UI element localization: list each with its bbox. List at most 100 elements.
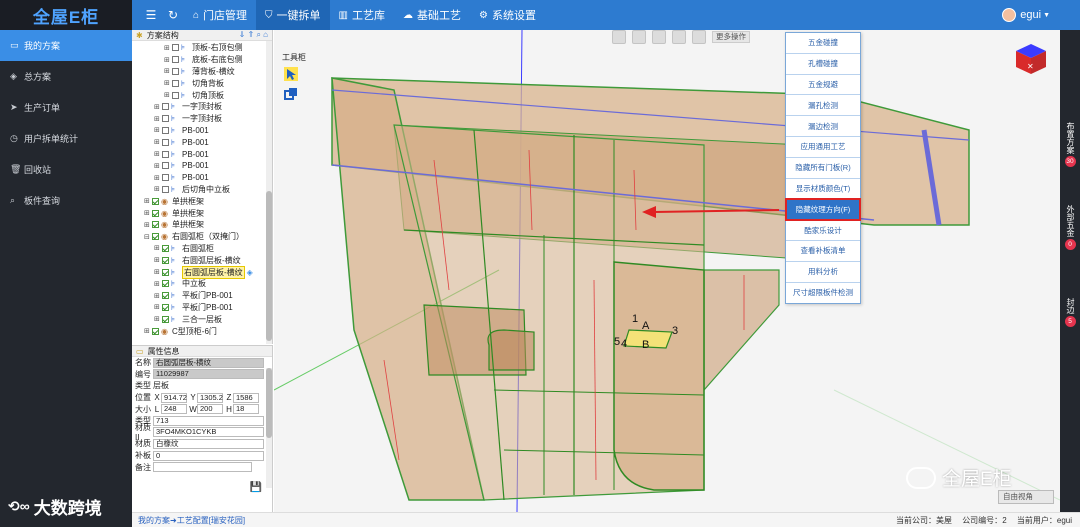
tree-row[interactable]: ⊟ ◉ 右圆弧柜（双掩门） — [132, 231, 272, 243]
tree-checkbox[interactable] — [172, 67, 179, 75]
tree-row[interactable]: ⊞ ⊧ 底板-右底包侧 — [132, 54, 272, 66]
expand-icon[interactable]: ⊞ — [154, 115, 162, 123]
expand-icon[interactable]: ⊞ — [154, 162, 162, 170]
menu-item-missing-hole-check[interactable]: 漏孔检测 — [786, 95, 860, 117]
select-tool-button[interactable] — [282, 65, 300, 83]
search-icon[interactable]: ⌕ — [256, 30, 260, 39]
tree-row[interactable]: ⊞ ◉ 单拱框架 — [132, 195, 272, 207]
right-leg-panel[interactable] — [703, 269, 780, 392]
prop-type2-field[interactable]: 713 — [153, 415, 264, 426]
tree-checkbox[interactable] — [172, 79, 179, 87]
tree-row[interactable]: ⊞ ⊧ PB-001 — [132, 125, 272, 137]
prop-note-field[interactable] — [153, 462, 252, 473]
nav-basic-craft[interactable]: ☁ 基础工艺 — [394, 0, 470, 30]
menu-item-missing-edge-check[interactable]: 漏边检测 — [786, 116, 860, 137]
expand-icon[interactable]: ⊞ — [144, 221, 152, 229]
nav-craft-library[interactable]: ▥ 工艺库 — [330, 0, 394, 30]
menu-item-hide-all-doors[interactable]: 隐藏所有门板(R) — [786, 158, 860, 179]
sidebar-item-panel-query[interactable]: ⌕ 板件查询 — [0, 185, 132, 216]
expand-all-icon[interactable]: ⇓ — [239, 30, 246, 39]
tree-checkbox[interactable] — [162, 256, 169, 264]
menu-icon[interactable]: ☰ — [140, 8, 162, 22]
expand-icon[interactable]: ⊞ — [164, 91, 172, 99]
3d-viewport[interactable]: 1 A 3 5 4 B 工具柜 更多操作 五金碰撞 孔槽碰撞 五金规避 漏孔检测… — [274, 30, 1060, 512]
expand-icon[interactable]: ⊞ — [154, 174, 162, 182]
expand-icon[interactable]: ⊞ — [154, 256, 162, 264]
tree-checkbox[interactable] — [152, 233, 159, 241]
menu-item-apply-common-craft[interactable]: 应用通用工艺 — [786, 137, 860, 158]
tree-checkbox[interactable] — [162, 244, 169, 252]
tree-checkbox[interactable] — [162, 185, 169, 193]
tree-checkbox[interactable] — [162, 115, 169, 123]
view-mode-select[interactable]: 自由视角 — [998, 490, 1054, 504]
tree-scrollbar[interactable] — [266, 41, 272, 344]
menu-item-kujiale-design[interactable]: 酷家乐设计 — [786, 220, 860, 241]
expand-icon[interactable]: ⊞ — [154, 244, 162, 252]
expand-icon[interactable]: ⊞ — [154, 126, 162, 134]
side-tab-layout-plan[interactable]: 布置方案 30 — [1060, 122, 1080, 167]
sidebar-item-recycle-bin[interactable]: 🗑 回收站 — [0, 154, 132, 185]
tree-checkbox[interactable] — [152, 327, 159, 335]
tree-row[interactable]: ⊞ ◉ 单拱框架 — [132, 219, 272, 231]
tree-checkbox[interactable] — [162, 268, 169, 276]
tree-row-selected[interactable]: ⊞ ⊧ 右圆弧层板-横纹 ◈ — [132, 265, 272, 279]
expand-icon[interactable]: ⊞ — [144, 209, 152, 217]
menu-item-material-analysis[interactable]: 用料分析 — [786, 262, 860, 283]
prop-id-field[interactable]: 11029987 — [153, 369, 264, 380]
expand-icon[interactable]: ⊞ — [164, 44, 172, 52]
pos-z-field[interactable]: 1586 — [233, 392, 259, 403]
tree-checkbox[interactable] — [172, 91, 179, 99]
tree-checkbox[interactable] — [162, 150, 169, 158]
property-scroll-thumb[interactable] — [266, 368, 272, 438]
view-cube-icon[interactable]: ✕ — [1014, 42, 1048, 76]
side-tab-edge-banding[interactable]: 封边 5 — [1060, 298, 1080, 327]
tree-row[interactable]: ⊞ ⊧ 顶板-右顶包侧 — [132, 42, 272, 54]
side-tab-external-hardware[interactable]: 外部五金 0 — [1060, 205, 1080, 250]
tree-row[interactable]: ⊞ ⊧ 切角背板 — [132, 77, 272, 89]
locate-icon[interactable]: ◈ — [247, 268, 253, 277]
tree-checkbox[interactable] — [162, 303, 169, 311]
tree-row[interactable]: ⊞ ⊧ PB-001 — [132, 136, 272, 148]
pos-x-field[interactable]: 914.72 — [161, 392, 187, 403]
expand-icon[interactable]: ⊞ — [154, 268, 162, 276]
expand-icon[interactable]: ⊞ — [154, 138, 162, 146]
tree-checkbox[interactable] — [162, 174, 169, 182]
tree-row[interactable]: ⊞ ⊧ 后切角中立板 — [132, 184, 272, 196]
prop-material-field[interactable]: 白橡纹 — [153, 438, 264, 449]
menu-item-hide-texture-direction[interactable]: 隐藏纹理方向(F) — [785, 198, 861, 222]
menu-item-view-patch-list[interactable]: 查看补板清单 — [786, 241, 860, 262]
tree-row[interactable]: ⊞ ⊧ 平板门PB-001 — [132, 302, 272, 314]
tree-row[interactable]: ⊞ ⊧ 一字顶封板 — [132, 101, 272, 113]
expand-icon[interactable]: ⊞ — [154, 303, 162, 311]
tree-row[interactable]: ⊞ ⊧ 平板门PB-001 — [132, 290, 272, 302]
home-icon[interactable]: ⌂ — [263, 30, 268, 39]
size-l-field[interactable]: 248 — [161, 404, 187, 415]
collapse-icon[interactable]: ⊟ — [144, 233, 152, 241]
tree-checkbox[interactable] — [162, 162, 169, 170]
expand-icon[interactable]: ⊞ — [164, 79, 172, 87]
sidebar-item-production-orders[interactable]: ➤ 生产订单 — [0, 92, 132, 123]
size-h-field[interactable]: 18 — [233, 404, 259, 415]
expand-icon[interactable]: ⊞ — [154, 292, 162, 300]
tree-checkbox[interactable] — [162, 315, 169, 323]
pos-y-field[interactable]: 1305.2 — [197, 392, 223, 403]
prop-material-code-field[interactable]: 3FO4MKO1CYKB — [153, 427, 264, 438]
curved-shelf-panel[interactable] — [613, 261, 705, 491]
tree-checkbox[interactable] — [172, 56, 179, 64]
expand-icon[interactable]: ⊞ — [154, 280, 162, 288]
expand-icon[interactable]: ⊞ — [154, 185, 162, 193]
view-tool-button[interactable] — [612, 30, 626, 44]
user-menu[interactable]: egui ▼ — [1002, 0, 1050, 30]
expand-icon[interactable]: ⊞ — [154, 315, 162, 323]
view-tool-button[interactable] — [652, 30, 666, 44]
tree-row[interactable]: ⊞ ◉ 单拱框架 — [132, 207, 272, 219]
menu-item-hardware-collision[interactable]: 五金碰撞 — [786, 33, 860, 54]
tree-row[interactable]: ⊞ ⊧ 中立板 — [132, 278, 272, 290]
collapse-all-icon[interactable]: ⇑ — [248, 30, 255, 39]
nav-one-click-split[interactable]: ⛉ 一键拆单 — [256, 0, 330, 30]
refresh-icon[interactable]: ↻ — [162, 8, 184, 22]
menu-item-hole-collision[interactable]: 孔槽碰撞 — [786, 54, 860, 75]
tree-row[interactable]: ⊞ ⊧ 一字顶封板 — [132, 113, 272, 125]
size-w-field[interactable]: 200 — [197, 404, 223, 415]
tree-row[interactable]: ⊞ ⊧ 切角顶板 — [132, 89, 272, 101]
